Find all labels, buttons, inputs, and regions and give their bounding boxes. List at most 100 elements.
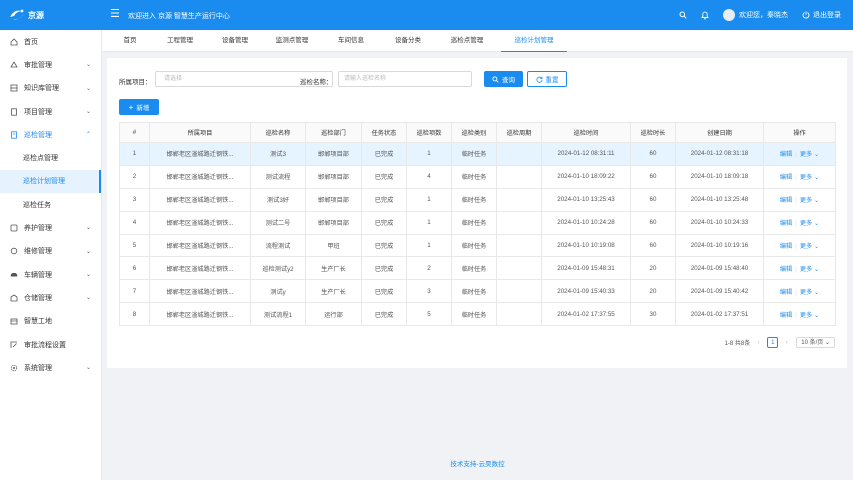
table-cell: 已完成	[361, 164, 407, 189]
divider: |	[795, 220, 797, 228]
name-input-placeholder: 请输入巡检名称	[344, 76, 387, 82]
next-page-icon[interactable]: ›	[781, 337, 792, 348]
table-cell: 30	[630, 302, 676, 327]
more-dropdown[interactable]: 更多 ⌄	[800, 220, 819, 227]
search-icon[interactable]	[679, 11, 687, 19]
vehicle-icon	[10, 271, 18, 279]
table-row[interactable]: 3 邯郸老区滏城路迁钢铁... 测试3好 邯郸项目部 已完成 1 临时任务 2024-01-1…	[119, 187, 836, 212]
table-cell: 2024-01-09 15:40:42	[675, 279, 764, 304]
prev-page-icon[interactable]: ‹	[753, 337, 764, 348]
tab-inspection-plan[interactable]: 巡检计划管理	[501, 30, 567, 52]
tab-home[interactable]: 首页	[116, 30, 144, 52]
sidebar-item-smart-site[interactable]: 智慧工地	[0, 310, 101, 333]
more-label: 更多	[799, 197, 813, 205]
table-cell: 邯郸老区滏城路迁钢铁...	[149, 256, 251, 281]
logo-text: 京源	[28, 9, 44, 20]
table-row[interactable]: 8 邯郸老区滏城路迁钢铁... 测试流程1 运行部 已完成 5 临时任务 2024-01-02…	[119, 302, 836, 327]
tab-monitoring-points[interactable]: 监测点管理	[270, 30, 314, 52]
site-icon	[10, 317, 18, 325]
tab-workshop[interactable]: 车间信息	[332, 30, 370, 52]
name-input[interactable]: 请输入巡检名称	[338, 71, 472, 87]
reset-button[interactable]: 重置	[527, 71, 567, 87]
table-cell: 2	[406, 256, 452, 281]
edit-link[interactable]: 编辑	[780, 312, 792, 319]
logout-button[interactable]: 退出登录	[802, 10, 841, 20]
sidebar-item-vehicle[interactable]: 车辆管理 ⌄	[0, 263, 101, 286]
table-cell: 1	[406, 210, 452, 235]
divider: |	[795, 288, 797, 296]
edit-link[interactable]: 编辑	[780, 151, 792, 158]
pagination-summary: 1-8 共8条	[724, 341, 751, 347]
table-cell: 已完成	[361, 302, 407, 327]
tab-inspection-points[interactable]: 巡检点管理	[445, 30, 489, 52]
table-row[interactable]: 6 邯郸老区滏城路迁钢铁... 巡检测试y2 生产厂长 已完成 2 临时任务 2024-01-…	[119, 256, 836, 281]
more-dropdown[interactable]: 更多 ⌄	[800, 266, 819, 273]
more-dropdown[interactable]: 更多 ⌄	[800, 197, 819, 204]
chevron-down-icon: ⌄	[812, 288, 820, 296]
more-dropdown[interactable]: 更多 ⌄	[800, 174, 819, 181]
table-cell-actions: 编辑 | 更多 ⌄	[763, 256, 836, 281]
tab-equipment-category[interactable]: 设备分类	[389, 30, 427, 52]
sidebar-subitem-inspection-tasks[interactable]: 巡检任务	[0, 193, 101, 216]
menu-toggle-icon[interactable]: ☰	[110, 8, 120, 20]
sidebar-item-project[interactable]: 项目管理 ⌄	[0, 100, 101, 123]
table-row[interactable]: 5 邯郸老区滏城路迁钢铁... 流程测试 甲班 已完成 1 临时任务 2024-01-10 1…	[119, 233, 836, 258]
sidebar-item-approval-flow[interactable]: 审批流程设置	[0, 333, 101, 356]
tab-equipment[interactable]: 设备管理	[216, 30, 254, 52]
page-size-select[interactable]: 10 条/页 ⌄	[796, 337, 835, 348]
edit-link[interactable]: 编辑	[780, 220, 792, 227]
project-select-placeholder: 请选择	[164, 76, 183, 82]
logout-icon	[802, 11, 810, 19]
more-dropdown[interactable]: 更多 ⌄	[800, 289, 819, 296]
footer-support[interactable]: 技术支持-云昊数控	[102, 458, 853, 468]
sidebar-item-system[interactable]: 系统管理 ⌄	[0, 356, 101, 379]
edit-link[interactable]: 编辑	[780, 174, 792, 181]
edit-link[interactable]: 编辑	[780, 266, 792, 273]
table-cell: 2024-01-02 17:37:55	[541, 302, 631, 327]
table-row[interactable]: 4 邯郸老区滏城路迁钢铁... 测试二号 邯郸项目部 已完成 1 临时任务 2024-01-1…	[119, 210, 836, 235]
greeting-text: 欢迎您，秦晓杰	[739, 12, 788, 19]
more-dropdown[interactable]: 更多 ⌄	[800, 243, 819, 250]
table-cell: 测试流程	[250, 164, 306, 189]
edit-link[interactable]: 编辑	[780, 197, 792, 204]
table-row[interactable]: 2 邯郸老区滏城路迁钢铁... 测试流程 邯郸项目部 已完成 4 临时任务 2024-01-1…	[119, 164, 836, 189]
sidebar-item-inspection[interactable]: 巡检管理 ⌃	[0, 123, 101, 146]
sidebar-item-approval[interactable]: 审批管理 ⌄	[0, 53, 101, 76]
table-cell: 甲班	[305, 233, 362, 258]
table-cell: 临时任务	[451, 256, 497, 281]
sidebar-item-repair[interactable]: 维修管理 ⌄	[0, 240, 101, 263]
user-menu[interactable]: 欢迎您，秦晓杰	[723, 9, 788, 21]
sidebar-item-warehouse[interactable]: 仓储管理 ⌄	[0, 286, 101, 309]
sidebar-subitem-inspection-plan[interactable]: 巡检计划管理	[0, 169, 101, 194]
more-dropdown[interactable]: 更多 ⌄	[800, 151, 819, 158]
col-header: 操作	[763, 122, 836, 143]
project-filter-label: 所属项目：	[119, 79, 152, 86]
table-cell: 2024-01-10 10:24:28	[541, 210, 631, 235]
table-cell: 已完成	[361, 142, 407, 166]
add-button[interactable]: + 新增	[119, 99, 159, 115]
page-1-button[interactable]: 1	[767, 337, 779, 348]
inspection-plan-table: # 所属项目 巡检名称 巡检部门 任务状态 巡检项数 巡检类别 巡检周期 巡检时…	[119, 122, 836, 327]
sidebar-item-knowledge[interactable]: 知识库管理 ⌄	[0, 77, 101, 100]
table-cell: 2024-01-10 10:19:08	[541, 233, 631, 258]
table-row[interactable]: 7 邯郸老区滏城路迁钢铁... 测试y 生产厂长 已完成 3 临时任务 2024-01-09 …	[119, 279, 836, 304]
table-cell: 8	[119, 302, 150, 327]
sidebar-item-maintenance[interactable]: 养护管理 ⌄	[0, 216, 101, 239]
tab-engineering[interactable]: 工程管理	[161, 30, 199, 52]
more-dropdown[interactable]: 更多 ⌄	[800, 312, 819, 319]
edit-link[interactable]: 编辑	[780, 243, 792, 250]
table-row[interactable]: 1 邯郸老区滏城路迁钢铁... 测试3 邯郸项目部 已完成 1 临时任务 2024-01-12…	[119, 142, 836, 166]
table-cell	[496, 210, 542, 235]
table-cell	[496, 302, 542, 327]
sidebar-subitem-inspection-points[interactable]: 巡检点管理	[0, 146, 101, 169]
logo[interactable]: 京源	[8, 6, 102, 24]
sidebar-item-home[interactable]: 首页	[0, 30, 101, 53]
search-button[interactable]: 查询	[484, 71, 523, 87]
table-cell: 6	[119, 256, 150, 281]
edit-link[interactable]: 编辑	[780, 289, 792, 296]
bell-icon[interactable]	[701, 11, 709, 20]
divider: |	[795, 243, 797, 250]
table-cell: 7	[119, 279, 150, 304]
table-cell: 2024-01-10 13:25:43	[541, 187, 631, 212]
table-cell: 邯郸老区滏城路迁钢铁...	[149, 164, 251, 189]
